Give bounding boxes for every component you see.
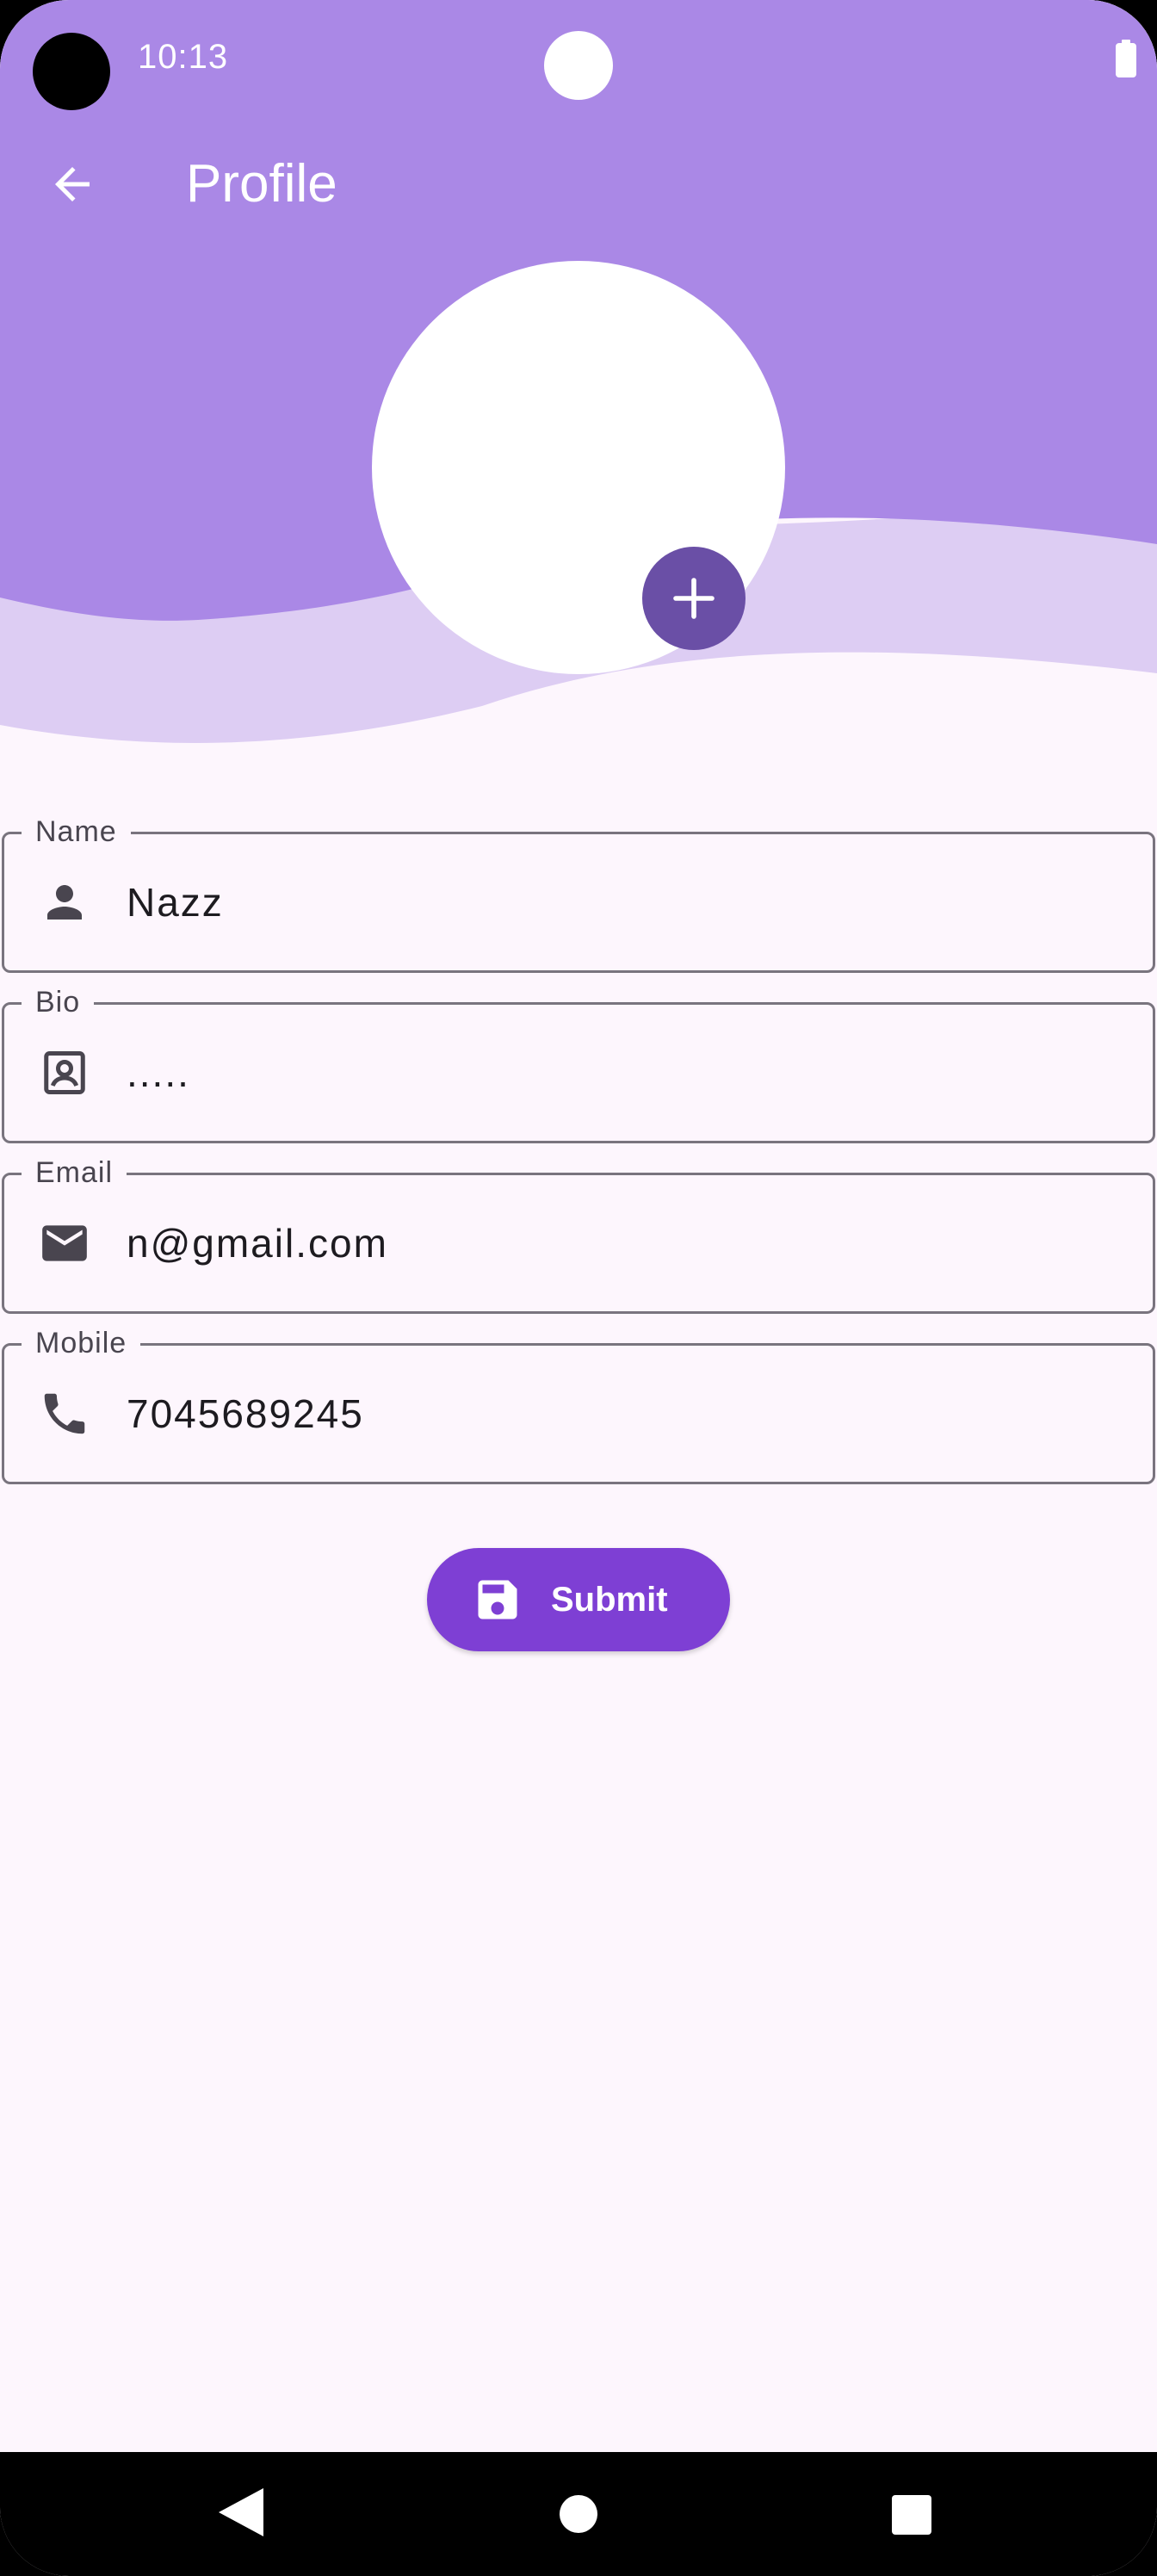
add-photo-button[interactable] xyxy=(642,547,746,650)
battery-full-icon xyxy=(1116,40,1136,77)
name-field-label: Name xyxy=(22,812,131,851)
name-input[interactable] xyxy=(127,834,1135,970)
bio-input[interactable] xyxy=(127,1005,1135,1141)
front-camera xyxy=(33,33,110,110)
name-field[interactable]: Name xyxy=(2,812,1155,973)
submit-label: Submit xyxy=(551,1581,668,1619)
bio-field[interactable]: Bio xyxy=(2,982,1155,1143)
contact-card-icon xyxy=(37,1045,92,1100)
page-title: Profile xyxy=(186,154,337,214)
nav-home-icon[interactable] xyxy=(560,2495,597,2533)
mobile-field[interactable]: Mobile xyxy=(2,1323,1155,1484)
phone-icon xyxy=(37,1386,92,1441)
profile-screen: 10:13 Profile Name Bio xyxy=(0,0,1157,2576)
nav-recents-icon[interactable] xyxy=(892,2495,931,2535)
status-bar: 10:13 xyxy=(0,0,1157,121)
bio-field-label: Bio xyxy=(22,982,95,1022)
email-input[interactable] xyxy=(127,1175,1135,1311)
person-icon xyxy=(37,875,92,930)
nav-back-icon[interactable] xyxy=(219,2488,263,2536)
mobile-input[interactable] xyxy=(127,1346,1135,1482)
submit-button[interactable]: Submit xyxy=(427,1548,730,1651)
system-navigation-bar xyxy=(0,2452,1157,2576)
email-field-label: Email xyxy=(22,1153,127,1192)
email-field[interactable]: Email xyxy=(2,1153,1155,1314)
save-icon xyxy=(478,1580,517,1619)
back-button[interactable] xyxy=(34,146,110,222)
plus-icon xyxy=(673,578,715,619)
mobile-field-label: Mobile xyxy=(22,1323,141,1363)
mail-icon xyxy=(37,1216,92,1271)
arrow-back-icon xyxy=(55,167,90,201)
notification-dot-icon xyxy=(544,31,613,100)
status-time: 10:13 xyxy=(138,38,229,76)
